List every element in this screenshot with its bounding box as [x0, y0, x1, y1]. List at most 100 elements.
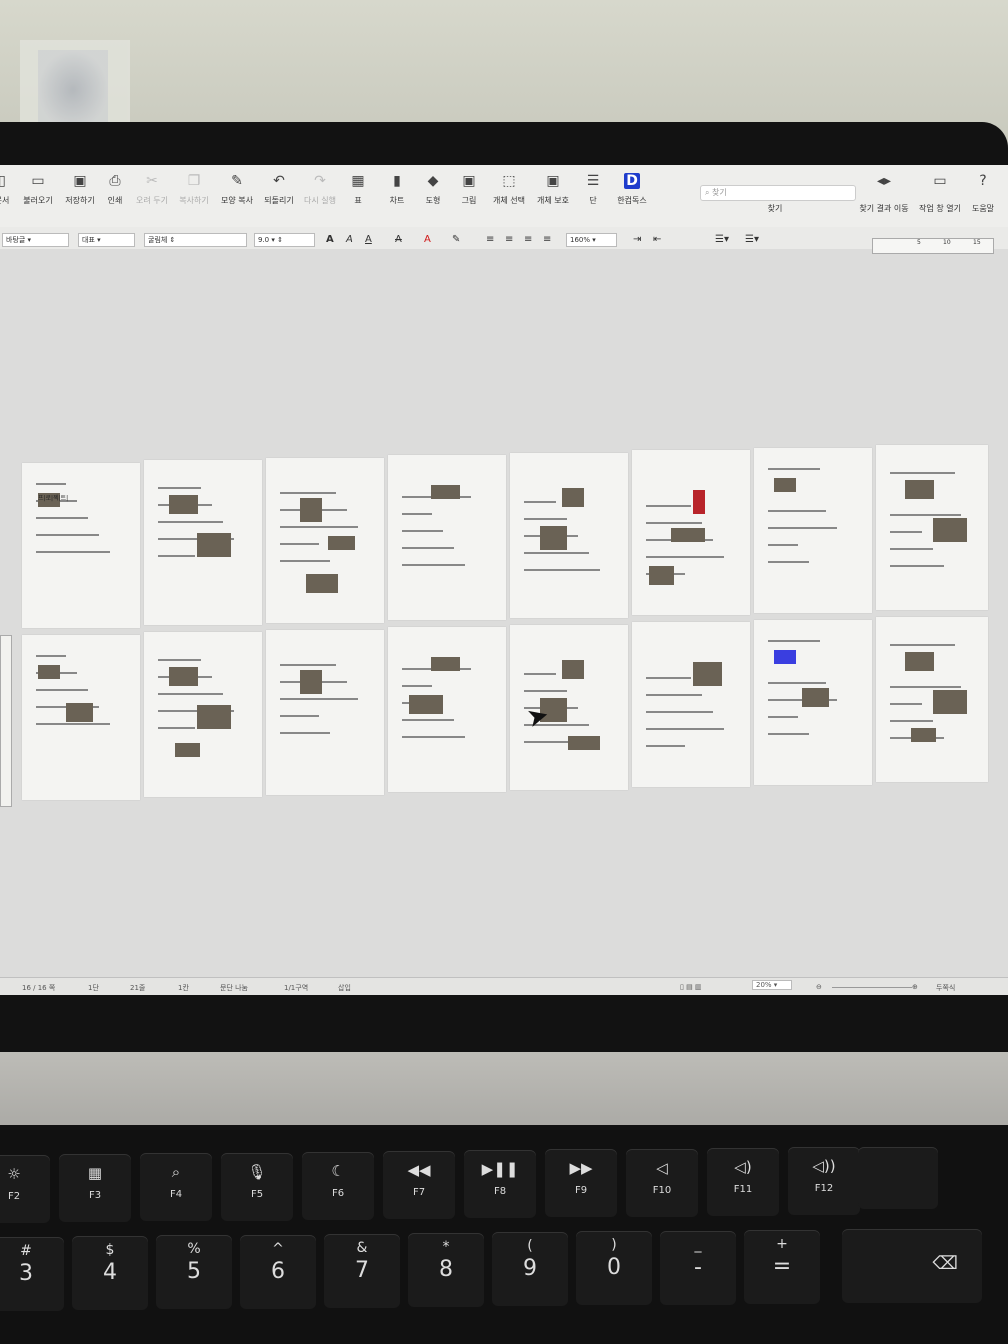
toolbar-button[interactable]: 그림: [462, 195, 477, 206]
toolbar-button[interactable]: 도움말: [972, 203, 994, 214]
fn-key-f5[interactable]: 🎙 F5: [221, 1152, 293, 1221]
toolbar-button[interactable]: 오려 두기: [136, 195, 168, 206]
fn-key-f7[interactable]: ◀◀ F7: [383, 1151, 455, 1219]
toolbar-button[interactable]: 단: [589, 195, 596, 206]
toolbar-button[interactable]: 작업 창 열기: [919, 203, 961, 214]
number-key[interactable]: % 5: [156, 1235, 232, 1310]
status-zoom-select[interactable]: 20% ▾: [752, 980, 793, 990]
fn-key-f9[interactable]: ▶▶ F9: [545, 1149, 617, 1218]
font-size-select[interactable]: 9.0 ▾ ⇕: [254, 233, 315, 247]
bullet-list-icon[interactable]: ☰▾: [745, 234, 759, 245]
fn-key-f8[interactable]: ▶❚❚ F8: [464, 1150, 536, 1219]
fn-key-f6[interactable]: ☾ F6: [302, 1151, 374, 1220]
number-key[interactable]: + =: [744, 1229, 820, 1304]
document-page[interactable]: [876, 617, 988, 782]
document-page[interactable]: [388, 627, 506, 793]
toolbar-button[interactable]: 불러오기: [23, 195, 52, 206]
toolbar-button[interactable]: 인쇄: [108, 195, 123, 206]
number-key[interactable]: ^ 6: [240, 1234, 316, 1309]
zoom-select[interactable]: 160% ▾: [566, 233, 617, 247]
number-key[interactable]: * 8: [408, 1233, 484, 1307]
status-col: 1칸: [178, 984, 189, 992]
italic-button[interactable]: A: [346, 234, 353, 245]
text-line: [524, 672, 556, 675]
document-page[interactable]: [754, 447, 872, 613]
toolbar-button[interactable]: 개체 선택: [493, 195, 525, 206]
ruler-tick: 5: [917, 239, 921, 246]
toolbar-button[interactable]: 다시 실행: [304, 195, 336, 206]
toolbar-button[interactable]: 복사하기: [179, 195, 208, 206]
delete-key[interactable]: ⌫: [842, 1229, 982, 1303]
font-select[interactable]: 굴림체 ⇕: [144, 233, 247, 247]
document-page[interactable]: [632, 622, 750, 788]
fn-key-f3[interactable]: ▦ F3: [59, 1154, 131, 1223]
zoom-slider[interactable]: [832, 987, 912, 988]
zoom-in-icon[interactable]: ⊕: [912, 983, 918, 991]
fn-key-f4[interactable]: ⌕ F4: [140, 1153, 212, 1222]
key-shift-label: *: [442, 1239, 450, 1255]
document-page[interactable]: [22, 635, 140, 800]
document-page[interactable]: [266, 629, 384, 795]
number-key[interactable]: #3: [0, 1237, 64, 1311]
page-image: [66, 703, 93, 722]
page-image: [649, 566, 674, 586]
style-select[interactable]: 바탕글 ▾: [2, 233, 69, 247]
fn-key-f12[interactable]: ◁)) F12: [788, 1147, 860, 1215]
justify-icon[interactable]: ≡: [543, 234, 551, 245]
font-color-button[interactable]: A: [424, 234, 431, 245]
outdent-icon[interactable]: ⇤: [653, 234, 661, 245]
document-page[interactable]: [144, 632, 262, 798]
toolbar-button[interactable]: 한컴독스: [617, 195, 646, 206]
number-key[interactable]: & 7: [324, 1233, 400, 1308]
indent-icon[interactable]: ⇥: [633, 234, 641, 245]
toolbar-button[interactable]: 개체 보호: [537, 195, 569, 206]
toolbar-button[interactable]: 표: [354, 195, 361, 206]
toolbar-button[interactable]: 모양 복사: [221, 195, 253, 206]
toolbar-button[interactable]: 찾기: [768, 203, 783, 214]
highlight-icon[interactable]: ✎: [452, 234, 460, 245]
document-page[interactable]: [632, 450, 750, 616]
toolbar-button[interactable]: 저장하기: [65, 195, 94, 206]
zoom-out-icon[interactable]: ⊖: [816, 983, 822, 991]
fn-key-label: F8: [493, 1186, 507, 1198]
toolbar-button[interactable]: 되돌리기: [264, 195, 293, 206]
document-page[interactable]: [754, 619, 872, 785]
strikethrough-button[interactable]: A: [395, 234, 402, 245]
fn-key-f11[interactable]: ◁) F11: [707, 1147, 779, 1216]
underline-button[interactable]: A: [365, 234, 372, 245]
numbered-list-icon[interactable]: ☰▾: [715, 234, 729, 245]
align-left-icon[interactable]: ≡: [486, 234, 494, 245]
toolbar-button[interactable]: 차트: [390, 195, 405, 206]
toolbar-button[interactable]: 도형: [426, 195, 441, 206]
text-line: [158, 487, 201, 490]
save-icon: ▣: [73, 173, 87, 189]
status-view[interactable]: 두쪽식: [936, 983, 955, 993]
language-select[interactable]: 대표 ▾: [78, 233, 135, 247]
document-page[interactable]: [144, 460, 262, 626]
toolbar-button[interactable]: 찾기 결과 이동: [859, 203, 908, 214]
bold-button[interactable]: A: [326, 234, 334, 245]
fn-key-f2[interactable]: ☼ F2: [0, 1155, 50, 1223]
document-page[interactable]: 프|로|젝|트|: [22, 463, 140, 628]
document-page[interactable]: [876, 445, 988, 610]
document-page[interactable]: [388, 455, 506, 621]
number-key[interactable]: $4: [72, 1236, 148, 1311]
view-mode-icons[interactable]: ▯ ▤ ▥: [680, 983, 702, 991]
text-line: [158, 659, 201, 662]
text-line: [524, 568, 600, 571]
align-center-icon[interactable]: ≡: [505, 234, 513, 245]
fn-key-f10[interactable]: ◁ F10: [626, 1148, 698, 1217]
status-mode[interactable]: 삽입: [338, 983, 351, 993]
document-page[interactable]: [266, 457, 384, 623]
text-line: [646, 745, 685, 748]
key-shift-label: &: [356, 1239, 368, 1256]
key-shift-label: _: [694, 1236, 702, 1253]
toolbar-button[interactable]: 문서: [0, 195, 9, 206]
power-key[interactable]: [858, 1147, 938, 1209]
number-key[interactable]: ) 0: [576, 1231, 652, 1306]
align-right-icon[interactable]: ≡: [524, 234, 532, 245]
search-input[interactable]: ⌕ 찾기: [700, 185, 856, 201]
number-key[interactable]: _ -: [660, 1230, 736, 1305]
number-key[interactable]: (9: [492, 1232, 568, 1307]
document-page[interactable]: [510, 452, 628, 618]
